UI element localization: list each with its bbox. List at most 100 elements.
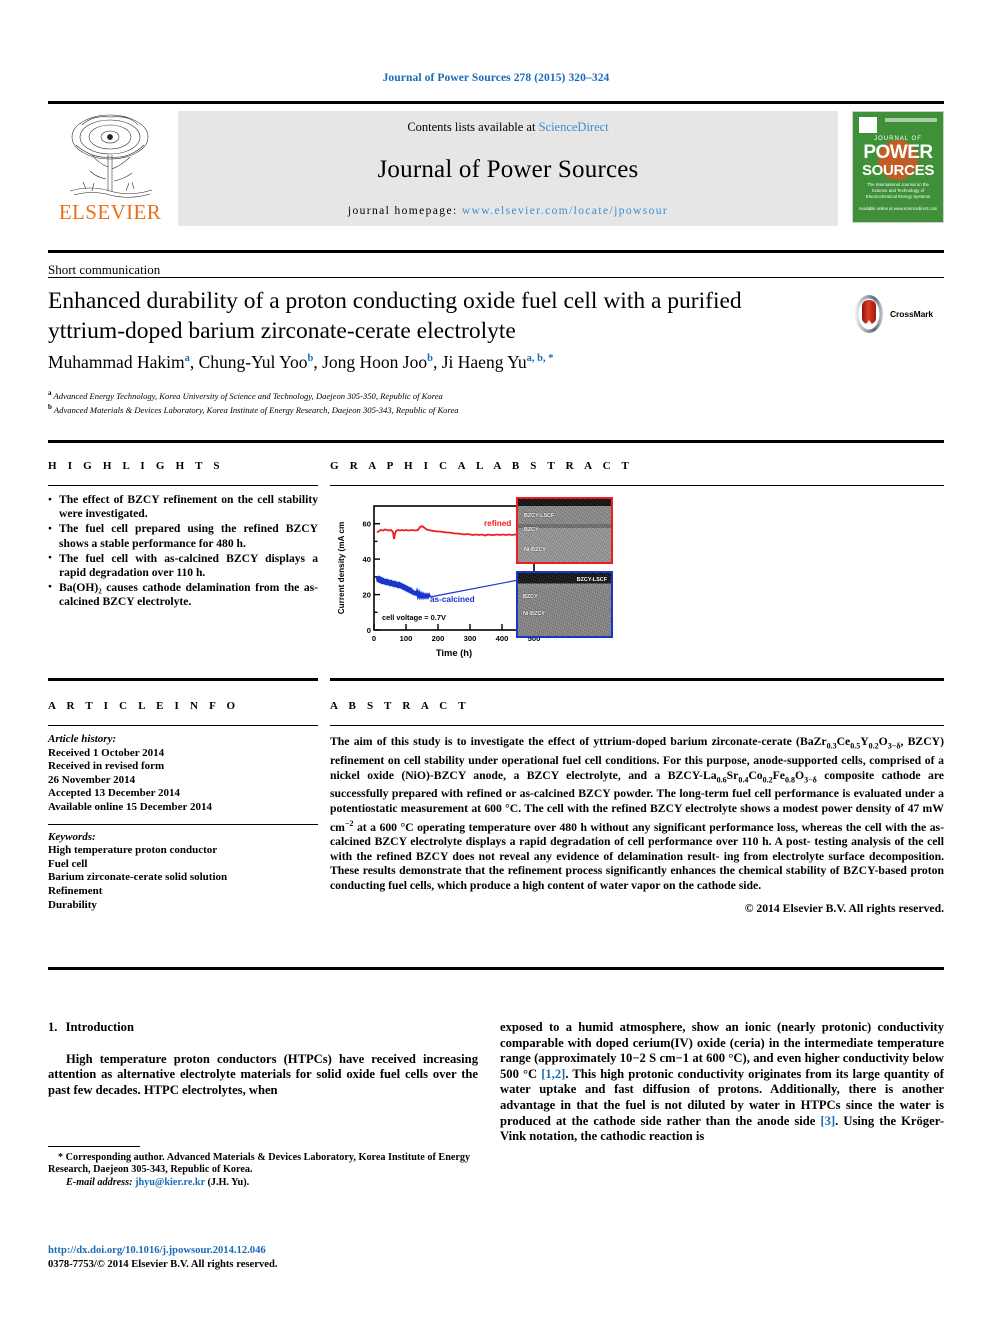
doi-link[interactable]: http://dx.doi.org/10.1016/j.jpowsour.201… [48, 1244, 478, 1258]
citation-ref-3[interactable]: [3] [820, 1114, 835, 1128]
running-head: Journal of Power Sources 278 (2015) 320–… [382, 72, 610, 84]
abstract-bottom-rule [48, 967, 944, 970]
sem-image-as-calcined: BZCY-LSCF BZCY Ni-BZCY [516, 571, 613, 638]
affiliation-b-marker: b [48, 403, 52, 412]
abstract-heading: A B S T R A C T [330, 700, 470, 712]
highlight-text: Ba(OH)₂ causes cathode delamination from… [59, 580, 318, 609]
article-head-top-rule [48, 250, 944, 253]
author-list: Muhammad Hakima, Chung-Yul Yoob, Jong Ho… [48, 352, 554, 372]
article-info-rule [48, 725, 318, 726]
corresponding-author-footnote: * Corresponding author. Advanced Materia… [48, 1146, 478, 1190]
highlight-text: The fuel cell with as-calcined BZCY disp… [59, 551, 318, 580]
author-4-affil-marker: a, b, * [526, 353, 554, 365]
highlights-rule [48, 485, 318, 486]
email-label: E-mail address: [66, 1177, 133, 1189]
history-item: Received in revised form [48, 760, 165, 773]
issn-copyright: 0378-7753/© 2014 Elsevier B.V. All right… [48, 1259, 278, 1270]
sem-label-electrolyte: BZCY [523, 594, 538, 600]
article-info-heading: A R T I C L E I N F O [48, 700, 240, 712]
affiliation-b-text: Advanced Materials & Devices Laboratory,… [53, 405, 459, 416]
introduction-right-column: exposed to a humid atmosphere, show an i… [500, 1020, 944, 1145]
abstract-copyright: © 2014 Elsevier B.V. All rights reserved… [744, 902, 944, 916]
article-info-section: A R T I C L E I N F O Article history: R… [48, 700, 318, 912]
author-2: Chung-Yul Yoo [198, 352, 308, 372]
sem-image-refined: BZCY-LSCF BZCY Ni-BZCY [516, 497, 613, 564]
author-3: Jong Hoon Joo [322, 352, 428, 372]
keywords-label: Keywords: [48, 830, 96, 843]
email-link[interactable]: jhyu@kier.re.kr [135, 1177, 205, 1188]
paper-page: Journal of Power Sources 278 (2015) 320–… [0, 0, 992, 1323]
chart-annotation: cell voltage = 0.7V [382, 613, 446, 622]
corresponding-author-text: * Corresponding author. Advanced Materia… [48, 1151, 471, 1176]
sciencedirect-link[interactable]: ScienceDirect [539, 120, 609, 134]
article-history-label: Article history: [48, 733, 117, 745]
introduction-continuation: exposed to a humid atmosphere, show an i… [500, 1020, 944, 1145]
author-2-affil-marker: b [307, 353, 314, 365]
cover-power-word: POWER [863, 141, 933, 163]
list-item: The fuel cell prepared using the refined… [48, 522, 318, 551]
affiliation-a: a Advanced Energy Technology, Korea Univ… [48, 388, 868, 402]
homepage-prefix: journal homepage: [347, 204, 462, 217]
section-title: Introduction [65, 1020, 134, 1034]
svg-text:400: 400 [496, 634, 509, 643]
highlight-text: The fuel cell prepared using the refined… [59, 522, 318, 550]
abstract-body: The aim of this study is to investigate … [330, 735, 945, 892]
author-1-affil-marker: a [184, 353, 190, 365]
list-item: The fuel cell with as-calcined BZCY disp… [48, 551, 318, 581]
sem-label-anode: Ni-BZCY [524, 547, 546, 553]
svg-text:0: 0 [372, 634, 376, 643]
section-number: 1. [48, 1020, 58, 1034]
section-heading-introduction: 1. Introduction [48, 1020, 478, 1036]
elsevier-wordmark: ELSEVIER [58, 199, 162, 224]
series-as-calcined-label: as-calcined [430, 595, 475, 604]
introduction-left-column: 1. Introduction High temperature proton … [48, 1020, 478, 1098]
affiliation-a-marker: a [48, 389, 52, 397]
affiliation-a-text: Advanced Energy Technology, Korea Univer… [53, 390, 443, 401]
crossmark-icon [852, 294, 886, 334]
chart-ylabel: Current density (mA cm [337, 522, 346, 615]
masthead-top-rule [48, 101, 944, 104]
author-1: Muhammad Hakim [48, 352, 185, 372]
cover-sources-word: SOURCES [861, 161, 935, 179]
contents-line: Contents lists available at ScienceDirec… [407, 120, 608, 135]
graphical-abstract-bottom-rule [330, 678, 944, 681]
elsevier-tree-icon [69, 114, 153, 198]
citation-ref-1-2[interactable]: [1,2] [541, 1067, 565, 1081]
history-item: Accepted 13 December 2014 [48, 787, 181, 800]
cover-footer: Available online at www.sciencedirect.co… [858, 205, 938, 211]
sem-label-cathode: BZCY-LSCF [576, 577, 607, 583]
highlights-heading: H I G H L I G H T S [48, 460, 224, 472]
page-footer: http://dx.doi.org/10.1016/j.jpowsour.201… [48, 1244, 478, 1272]
graphical-abstract-section: G R A P H I C A L A B S T R A C T 0 20 4… [330, 460, 944, 669]
keywords-block: Keywords: High temperature proton conduc… [48, 831, 318, 913]
journal-masthead: ELSEVIER Contents lists available at Sci… [48, 101, 944, 226]
history-item: 26 November 2014 [48, 773, 136, 786]
svg-text:100: 100 [400, 634, 413, 643]
footnote-rule [48, 1146, 140, 1147]
crossmark-label: CrossMark [890, 309, 934, 319]
journal-title: Journal of Power Sources [377, 155, 639, 183]
svg-text:60: 60 [363, 520, 371, 529]
introduction-paragraph: High temperature proton conductors (HTPC… [48, 1051, 478, 1097]
highlights-section: H I G H L I G H T S The effect of BZCY r… [48, 460, 318, 610]
history-item: Available online 15 December 2014 [48, 800, 212, 813]
graphical-abstract-heading: G R A P H I C A L A B S T R A C T [330, 460, 634, 472]
homepage-url-link[interactable]: www.elsevier.com/locate/jpowsour [462, 205, 668, 217]
affiliation-b: b Advanced Materials & Devices Laborator… [48, 402, 868, 416]
highlight-text: The effect of BZCY refinement on the cel… [59, 493, 318, 521]
article-category-rule [48, 277, 944, 278]
keyword-item: Fuel cell [48, 857, 88, 870]
cover-elsevier-mark [859, 116, 877, 133]
article-category: Short communication [48, 262, 161, 277]
abstract-rule [330, 725, 944, 726]
email-suffix: (J.H. Yu). [207, 1177, 250, 1189]
list-item: The effect of BZCY refinement on the cel… [48, 493, 318, 522]
history-item: Received 1 October 2014 [48, 746, 165, 759]
affiliations: a Advanced Energy Technology, Korea Univ… [48, 388, 868, 417]
series-as-calcined [375, 575, 432, 601]
keywords-rule [48, 823, 318, 825]
keyword-item: Durability [48, 898, 97, 911]
highlights-bottom-rule [48, 678, 318, 681]
list-item: Ba(OH)₂ causes cathode delamination from… [48, 580, 318, 610]
crossmark-badge[interactable]: CrossMark [852, 292, 944, 336]
